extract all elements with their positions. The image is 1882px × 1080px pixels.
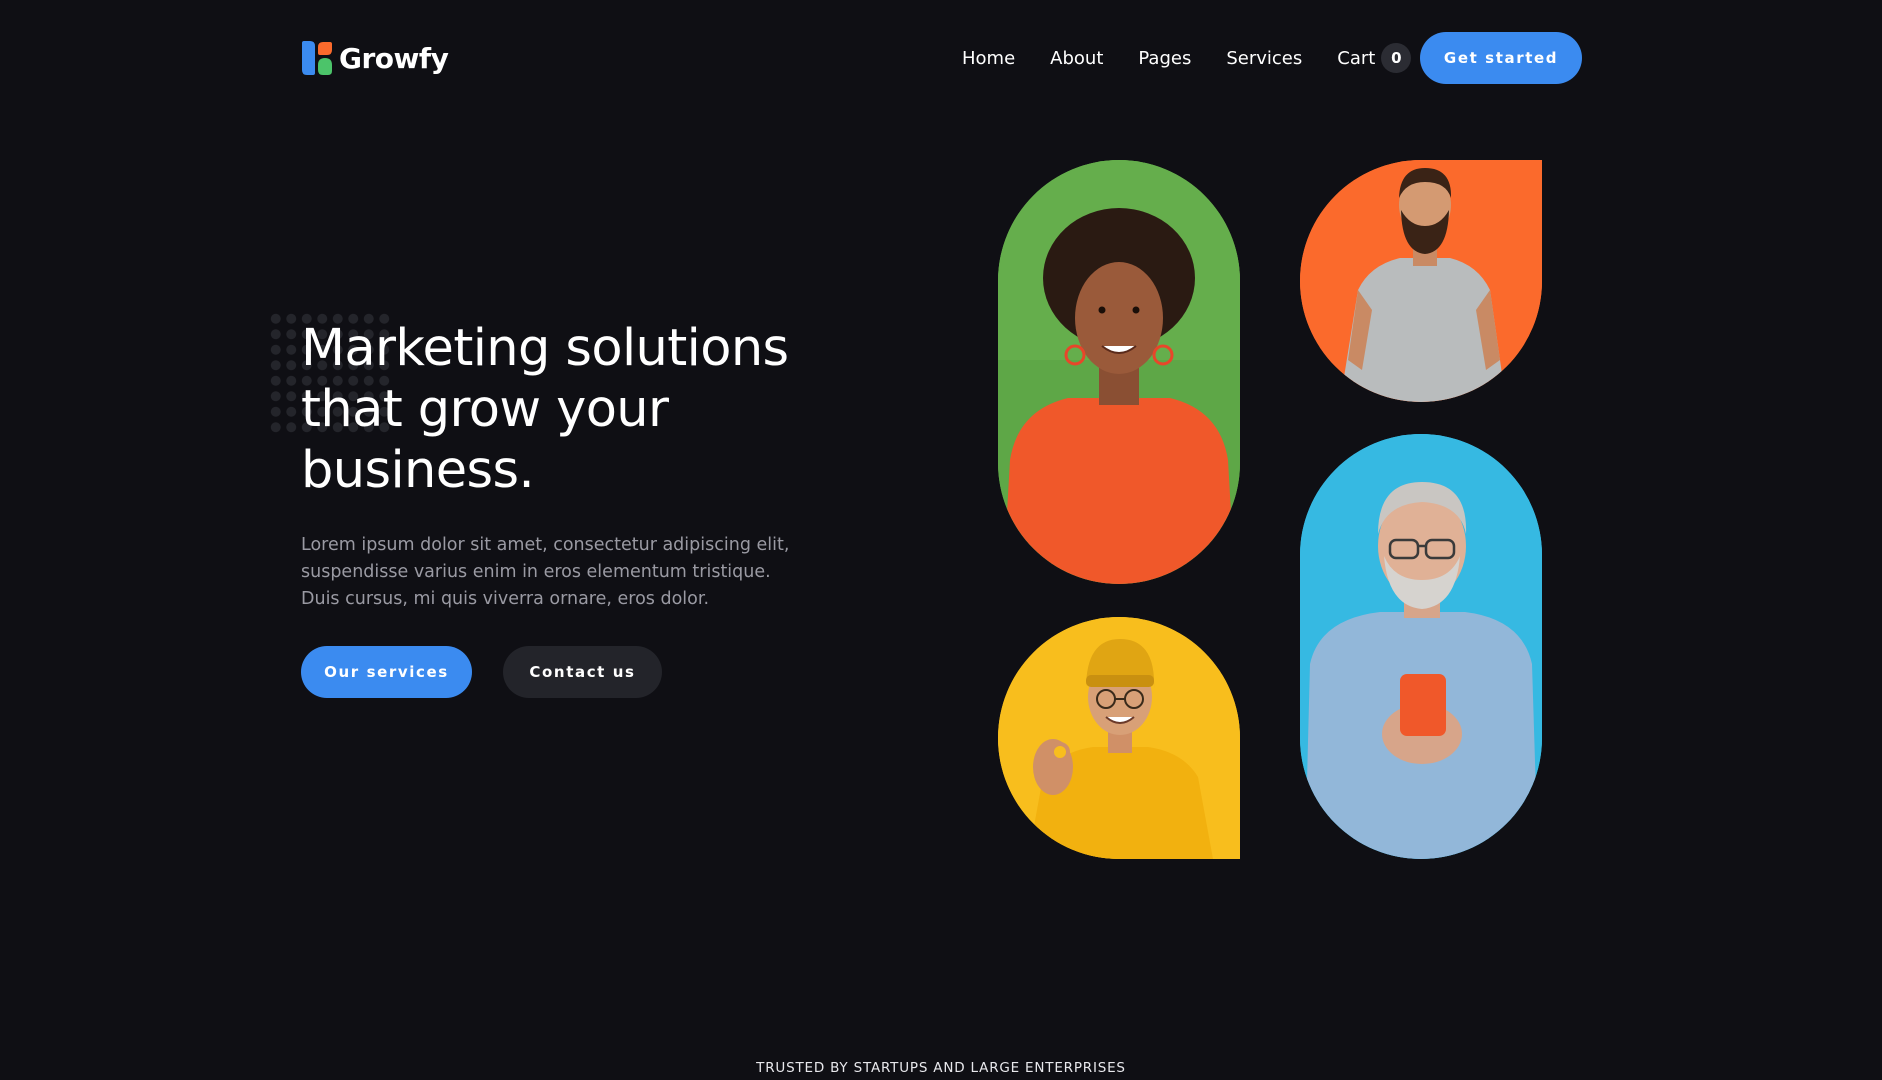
bearded-man-illustration xyxy=(1300,160,1542,402)
cart-label: Cart xyxy=(1337,47,1376,69)
woman-green-background-photo xyxy=(998,160,1240,584)
brand-logo[interactable]: Growfy xyxy=(301,41,449,75)
hero-title: Marketing solutions that grow your busin… xyxy=(301,318,861,501)
hero-title-line: Marketing solutions xyxy=(301,319,789,378)
hero-description: Lorem ipsum dolor sit amet, consectetur … xyxy=(301,532,821,613)
nav-item-home[interactable]: Home xyxy=(962,48,1015,69)
older-man-with-phone-illustration xyxy=(1300,434,1542,859)
trusted-by-label: TRUSTED BY STARTUPS AND LARGE ENTERPRISE… xyxy=(756,1060,1126,1076)
brand-name: Growfy xyxy=(339,41,449,75)
contact-us-button[interactable]: Contact us xyxy=(503,646,662,698)
site-header: Growfy Home About Pages Services Cart 0 … xyxy=(0,0,1882,116)
get-started-button[interactable]: Get started xyxy=(1420,32,1582,84)
hero-description-line: Duis cursus, mi quis viverra ornare, ero… xyxy=(301,589,710,609)
bearded-man-orange-background-photo xyxy=(1300,160,1542,402)
nav-item-pages[interactable]: Pages xyxy=(1138,48,1191,69)
man-yellow-background-photo xyxy=(998,617,1240,859)
cart-count-badge: 0 xyxy=(1381,43,1412,73)
nav-item-about[interactable]: About xyxy=(1050,48,1103,69)
nav-item-services[interactable]: Services xyxy=(1226,48,1302,69)
cart-button[interactable]: Cart 0 xyxy=(1337,43,1412,73)
our-services-button[interactable]: Our services xyxy=(301,646,472,698)
hero-title-line: business. xyxy=(301,441,535,500)
hero-description-line: Lorem ipsum dolor sit amet, consectetur … xyxy=(301,535,790,555)
older-man-blue-background-photo xyxy=(1300,434,1542,859)
hero-title-line: that grow your xyxy=(301,380,669,439)
growfy-logo-icon xyxy=(302,41,332,75)
main-nav: Home About Pages Services Cart 0 xyxy=(962,42,1412,74)
man-with-beanie-illustration xyxy=(998,617,1240,859)
woman-illustration xyxy=(998,160,1240,584)
hero-description-line: suspendisse varius enim in eros elementu… xyxy=(301,562,771,582)
